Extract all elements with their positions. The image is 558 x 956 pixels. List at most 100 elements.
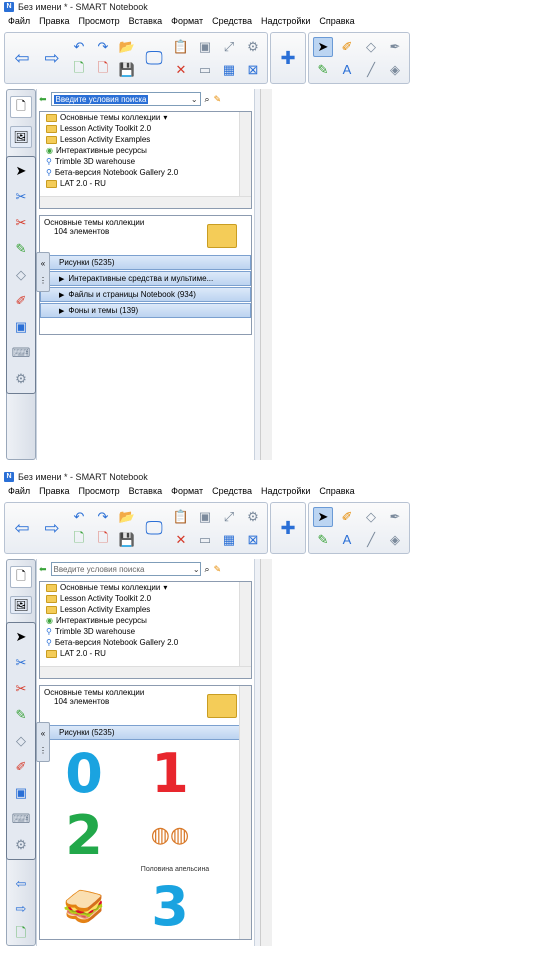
forward-arrow-icon[interactable]: ⇨ [39, 36, 65, 80]
menu-format[interactable]: Формат [171, 16, 203, 26]
tool-b-icon[interactable]: ✂ [11, 213, 31, 233]
marker-icon[interactable]: ✐ [11, 291, 31, 311]
keyboard-icon[interactable]: ⌨ [11, 343, 31, 363]
settings-icon[interactable]: ⚙ [11, 369, 31, 389]
creative-pen-icon[interactable]: ✐ [337, 37, 357, 57]
thumbnail-item[interactable]: 3 [140, 879, 210, 935]
search-icon[interactable]: ⌕ [205, 564, 210, 575]
tree-item[interactable]: Lesson Activity Toolkit 2.0 [40, 123, 251, 134]
menu-insert[interactable]: Вставка [129, 16, 162, 26]
gallery-back-icon[interactable]: ⬅ [39, 94, 47, 105]
fullscreen-icon[interactable]: ⤢ [219, 37, 239, 57]
back-arrow-icon[interactable]: ⇦ [9, 36, 35, 80]
category-bar[interactable]: ▶ Интерактивные средства и мультиме... [40, 271, 251, 286]
menu-format[interactable]: Формат [171, 486, 203, 496]
magic-pen-icon[interactable]: ✒ [385, 507, 405, 527]
menu-edit[interactable]: Правка [39, 16, 69, 26]
panel-gripper[interactable]: « ⋮ [36, 252, 50, 292]
paste-icon[interactable]: 📋 [171, 37, 191, 57]
page-scrollbar[interactable] [260, 89, 272, 460]
tree-vertical-scrollbar[interactable] [239, 582, 251, 666]
forward-arrow-icon[interactable]: ⇨ [39, 506, 65, 550]
magic-pen-icon[interactable]: ✒ [385, 37, 405, 57]
collection-scrollbar[interactable] [239, 686, 251, 939]
shape-eraser-icon[interactable]: ◈ [385, 60, 405, 80]
menu-help[interactable]: Справка [319, 486, 354, 496]
search-input[interactable]: Введите условия поиска ⌄ [50, 92, 201, 106]
eraser-icon[interactable]: ◇ [361, 507, 381, 527]
document-camera-icon[interactable]: ⚙ [243, 37, 263, 57]
menu-tools[interactable]: Средства [212, 486, 252, 496]
open-file-icon[interactable]: 📂 [117, 37, 137, 57]
table-icon[interactable]: ▦ [219, 60, 239, 80]
category-bar[interactable]: ▶ Файлы и страницы Notebook (934) [40, 287, 251, 302]
whiteboard-canvas[interactable] [272, 559, 558, 946]
tree-item[interactable]: Lesson Activity Toolkit 2.0 [40, 593, 251, 604]
paste-icon[interactable]: 📋 [171, 507, 191, 527]
page-scrollbar[interactable] [260, 559, 272, 946]
delete-page-icon[interactable]: 🗋 [93, 530, 113, 550]
pointer-icon[interactable]: ➤ [11, 161, 31, 181]
collapse-icon[interactable]: « [41, 729, 45, 738]
pens-icon[interactable]: ✎ [313, 60, 333, 80]
settings-icon[interactable]: ⚙ [11, 835, 31, 855]
puzzle-icon[interactable]: ✚ [275, 506, 301, 550]
close-box-icon[interactable]: ⊠ [243, 60, 263, 80]
thumbnail-item[interactable]: 2 [54, 808, 124, 873]
line-icon[interactable]: ╱ [361, 530, 381, 550]
tool-a-icon[interactable]: ✂ [11, 653, 31, 673]
menu-view[interactable]: Просмотр [79, 486, 120, 496]
save-icon[interactable]: 💾 [117, 530, 137, 550]
menu-edit[interactable]: Правка [39, 486, 69, 496]
grid-icon[interactable]: ⋮ [39, 746, 47, 755]
save-icon[interactable]: 💾 [117, 60, 137, 80]
tree-horizontal-scrollbar[interactable] [40, 666, 251, 678]
screen-capture-icon[interactable]: ▣ [195, 37, 215, 57]
table-icon[interactable]: ▦ [219, 530, 239, 550]
tool-a-icon[interactable]: ✂ [11, 187, 31, 207]
tree-horizontal-scrollbar[interactable] [40, 196, 251, 208]
line-icon[interactable]: ╱ [361, 60, 381, 80]
add-page-icon[interactable]: 🗋 [69, 60, 89, 80]
tree-item[interactable]: Lesson Activity Examples [40, 604, 251, 615]
thumbnail-item[interactable]: 1 [140, 746, 210, 802]
notes-icon[interactable]: ▣ [11, 317, 31, 337]
category-bar[interactable]: ▶ Фоны и темы (139) [40, 303, 251, 318]
document-camera-icon[interactable]: ⚙ [243, 507, 263, 527]
tree-item[interactable]: ◉ Интерактивные ресурсы [40, 145, 251, 156]
back-arrow-icon[interactable]: ⇦ [9, 506, 35, 550]
pin-icon[interactable]: ✎ [214, 94, 222, 105]
category-bar[interactable]: Рисунки (5235) [40, 725, 251, 740]
page-sorter-tab-icon[interactable]: 🗋 [10, 96, 32, 118]
chevron-down-icon[interactable]: ⌄ [189, 95, 200, 104]
menu-view[interactable]: Просмотр [79, 16, 120, 26]
tree-item[interactable]: ⚲ Trimble 3D warehouse [40, 626, 251, 637]
tree-item[interactable]: Основные темы коллекции ▾ [40, 112, 251, 123]
tree-vertical-scrollbar[interactable] [239, 112, 251, 196]
puzzle-icon[interactable]: ✚ [275, 36, 301, 80]
text-icon[interactable]: A [337, 530, 357, 550]
select-pointer-icon[interactable]: ➤ [313, 506, 333, 527]
screen-shade-icon[interactable]: ▭ [195, 530, 215, 550]
gallery-tab-icon[interactable]: 🖼 [10, 596, 32, 615]
tree-item[interactable]: Lesson Activity Examples [40, 134, 251, 145]
highlighter-icon[interactable]: ✎ [11, 705, 31, 725]
thumbnail-item[interactable]: 0 [54, 746, 124, 802]
highlighter-icon[interactable]: ✎ [11, 239, 31, 259]
search-icon[interactable]: ⌕ [205, 94, 210, 105]
tree-item[interactable]: ⚲ Бета-версия Notebook Gallery 2.0 [40, 637, 251, 648]
side-back-icon[interactable]: ⇦ [11, 876, 31, 892]
close-box-icon[interactable]: ⊠ [243, 530, 263, 550]
tree-item[interactable]: ⚲ Бета-версия Notebook Gallery 2.0 [40, 167, 251, 178]
page-sorter-tab-icon[interactable]: 🗋 [10, 566, 32, 588]
menu-file[interactable]: Файл [8, 486, 30, 496]
thumbnail-item[interactable]: 🥪 [54, 879, 124, 935]
search-input[interactable]: Введите условия поиска ⌄ [50, 562, 201, 576]
screen-icon[interactable]: 🖵 [141, 506, 167, 550]
menu-help[interactable]: Справка [319, 16, 354, 26]
delete-page-icon[interactable]: 🗋 [93, 60, 113, 80]
delete-icon[interactable]: ✕ [171, 530, 191, 550]
eraser-icon[interactable]: ◇ [361, 37, 381, 57]
redo-icon[interactable]: ↷ [93, 507, 113, 527]
side-add-page-icon[interactable]: 🗋 [11, 925, 31, 945]
